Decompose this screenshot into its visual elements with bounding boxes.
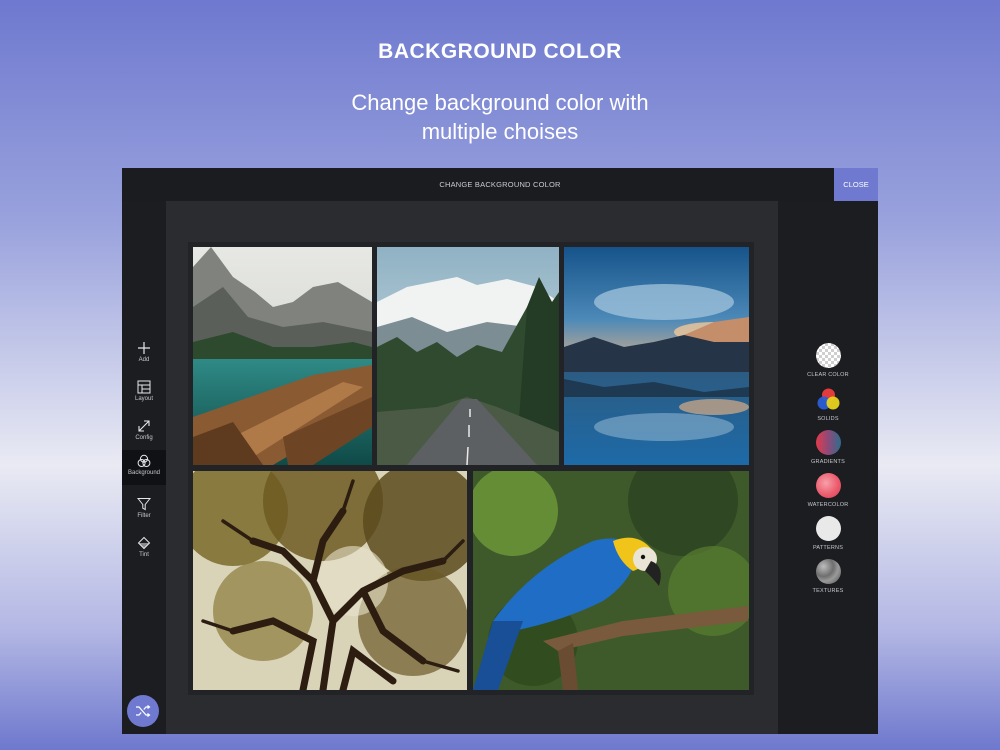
option-textures-label: TEXTURES xyxy=(812,588,844,594)
option-solids[interactable]: SOLIDS xyxy=(778,387,878,422)
tool-add[interactable]: Add xyxy=(122,337,166,370)
tool-sidebar: Add Layout Config Background Filter Tint xyxy=(122,201,166,734)
tool-config[interactable]: Config xyxy=(122,415,166,448)
tool-add-label: Add xyxy=(138,357,150,363)
option-textures[interactable]: TEXTURES xyxy=(778,559,878,594)
mountain-road-image xyxy=(377,247,559,465)
tool-config-label: Config xyxy=(135,435,153,441)
tool-layout-label: Layout xyxy=(134,396,153,402)
texture-swatch-icon xyxy=(815,559,841,584)
background-icon xyxy=(137,454,151,467)
screen-title: CHANGE BACKGROUND COLOR xyxy=(439,180,561,189)
option-watercolor[interactable]: WATERCOLOR xyxy=(778,473,878,508)
app-window: CHANGE BACKGROUND COLOR CLOSE Add Layout… xyxy=(122,168,878,734)
tool-background[interactable]: Background xyxy=(122,450,166,485)
tree-canopy-photo[interactable] xyxy=(193,471,467,690)
mountain-lake-reflection-photo[interactable] xyxy=(564,247,749,465)
collage-canvas xyxy=(166,201,778,734)
tool-tint-label: Tint xyxy=(139,552,149,558)
shuffle-icon xyxy=(136,705,151,717)
collage-frame xyxy=(188,242,754,695)
watercolor-swatch-icon xyxy=(815,473,841,498)
tint-icon xyxy=(137,536,151,550)
solids-circles xyxy=(817,388,839,410)
solids-swatch-icon xyxy=(816,387,841,412)
tool-layout[interactable]: Layout xyxy=(122,376,166,409)
transparent-swatch-icon xyxy=(815,343,841,368)
top-bar: CHANGE BACKGROUND COLOR CLOSE xyxy=(122,168,878,201)
option-solids-label: SOLIDS xyxy=(817,416,839,422)
option-gradients-label: GRADIENTS xyxy=(811,459,845,465)
mountain-lake-boat-image xyxy=(193,247,372,465)
background-options-panel: CLEAR COLOR SOLIDS GRADIENTS WATERCOLOR … xyxy=(778,201,878,734)
mountain-road-photo[interactable] xyxy=(377,247,559,465)
layout-icon xyxy=(137,380,151,394)
filter-icon xyxy=(137,498,151,511)
pattern-swatch-icon xyxy=(815,516,841,541)
option-gradients[interactable]: GRADIENTS xyxy=(778,430,878,465)
close-button[interactable]: CLOSE xyxy=(834,168,878,201)
gradient-swatch-icon xyxy=(815,430,841,455)
option-clear-color[interactable]: CLEAR COLOR xyxy=(778,343,878,378)
promo-subtitle-line1: Change background color with xyxy=(351,90,649,115)
option-clear-color-label: CLEAR COLOR xyxy=(807,372,849,378)
tree-canopy-image xyxy=(193,471,467,690)
shuffle-button[interactable] xyxy=(127,695,159,727)
resize-icon xyxy=(138,420,150,432)
tool-tint[interactable]: Tint xyxy=(122,532,166,565)
option-watercolor-label: WATERCOLOR xyxy=(807,502,849,508)
plus-icon xyxy=(138,342,150,354)
blue-parrot-photo[interactable] xyxy=(473,471,749,690)
mountain-lake-boat-photo[interactable] xyxy=(193,247,372,465)
promo-headline: BACKGROUND COLOR xyxy=(378,40,622,63)
option-patterns[interactable]: PATTERNS xyxy=(778,516,878,551)
blue-parrot-image xyxy=(473,471,749,690)
promo-subtitle-line2: multiple choises xyxy=(421,119,579,144)
option-patterns-label: PATTERNS xyxy=(812,545,844,551)
tool-background-label: Background xyxy=(127,470,161,476)
promo-subtitle: Change background color with multiple ch… xyxy=(250,88,750,146)
tool-filter[interactable]: Filter xyxy=(122,493,166,526)
tool-filter-label: Filter xyxy=(137,513,151,519)
mountain-lake-reflection-image xyxy=(564,247,749,465)
